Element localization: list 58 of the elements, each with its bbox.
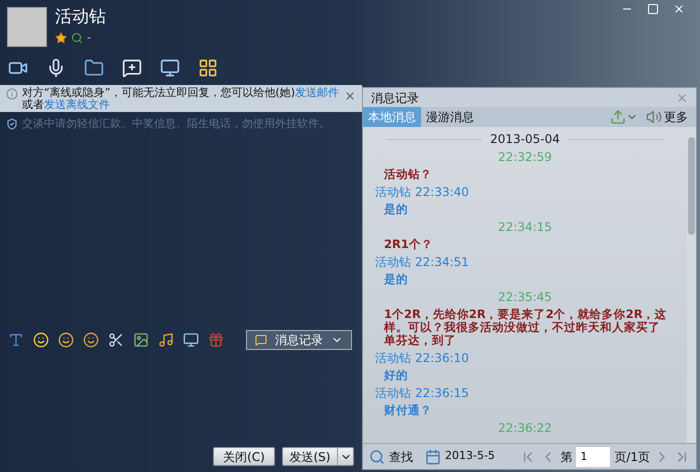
- page-suffix: 页/1页: [614, 448, 650, 466]
- message-time: 22:32:59: [498, 149, 552, 166]
- search-label[interactable]: 查找: [389, 448, 413, 466]
- message-time: 22:36:15: [415, 385, 469, 402]
- message-time: 22:36:10: [415, 350, 469, 367]
- message-time: 22:35:45: [498, 289, 552, 306]
- history-button[interactable]: 消息记录: [246, 330, 352, 350]
- screenshot-icon[interactable]: [108, 332, 124, 348]
- message-text: 活动钻？: [384, 168, 433, 181]
- message-text: 1个2R，先给你2R，要是来了2个，就给多你2R，这样。可以？我很多活动没做过，不过昨天和人家买了单芬达，到了: [384, 308, 667, 347]
- message-time: 22:33:40: [415, 184, 469, 201]
- monitor-icon[interactable]: [160, 58, 180, 78]
- send-button[interactable]: 发送(S): [282, 447, 354, 466]
- folder-icon[interactable]: [84, 58, 104, 78]
- shield-icon: [6, 118, 18, 130]
- message-time: 22:34:51: [415, 254, 469, 271]
- music-icon[interactable]: [158, 332, 174, 348]
- message-text: 财付通？: [384, 404, 433, 417]
- chat-add-icon[interactable]: [122, 58, 142, 78]
- sender-name: 活动钻: [375, 385, 411, 402]
- history-tab[interactable]: 漫游消息: [421, 107, 479, 127]
- panel-title: 消息记录: [371, 90, 419, 106]
- search-icon[interactable]: [71, 32, 83, 44]
- notice-text: 对方“离线或隐身”，可能无法立即回复，您可以给他(她)发送邮件 或者发送离线文件: [22, 87, 340, 111]
- screen-share-icon[interactable]: [183, 332, 199, 348]
- calendar-icon[interactable]: [425, 448, 441, 464]
- speaker-icon[interactable]: [646, 109, 662, 125]
- status-text: -: [87, 30, 91, 46]
- message-text: 是的: [384, 273, 409, 286]
- chat-bubble-icon: [255, 334, 267, 346]
- close-icon[interactable]: [673, 3, 685, 15]
- date-label[interactable]: 2013-5-5: [445, 448, 495, 465]
- page-prefix: 第: [560, 448, 572, 466]
- image-icon[interactable]: [133, 332, 149, 348]
- security-warning: 交谈中请勿轻信汇款、中奖信息、陌生电话，勿使用外挂软件。: [22, 116, 330, 132]
- message-time: 22:36:22: [498, 420, 552, 437]
- smiley-icon[interactable]: [33, 332, 49, 348]
- maximize-icon[interactable]: [647, 3, 659, 15]
- message-time: 22:34:15: [498, 219, 552, 236]
- close-button[interactable]: 关闭(C): [213, 447, 275, 466]
- more-link[interactable]: 更多: [664, 108, 688, 126]
- search-icon[interactable]: [369, 448, 385, 464]
- info-icon: [6, 88, 18, 100]
- close-icon[interactable]: [344, 90, 356, 102]
- contact-name: 活动钻: [55, 7, 106, 27]
- star-icon: [55, 32, 67, 44]
- sender-name: 活动钻: [375, 184, 411, 201]
- message-text: 2R1个？: [384, 238, 434, 251]
- sender-name: 活动钻: [375, 350, 411, 367]
- gift-icon[interactable]: [208, 332, 224, 348]
- apps-icon[interactable]: [198, 58, 218, 78]
- date-divider-label: 2013-05-04: [490, 131, 560, 148]
- font-icon[interactable]: [8, 332, 24, 348]
- message-text: 好的: [384, 369, 409, 382]
- sender-name: 活动钻: [375, 254, 411, 271]
- page-input[interactable]: 1: [576, 446, 610, 466]
- emoji-icon[interactable]: [58, 332, 74, 348]
- message-text: 是的: [384, 203, 409, 216]
